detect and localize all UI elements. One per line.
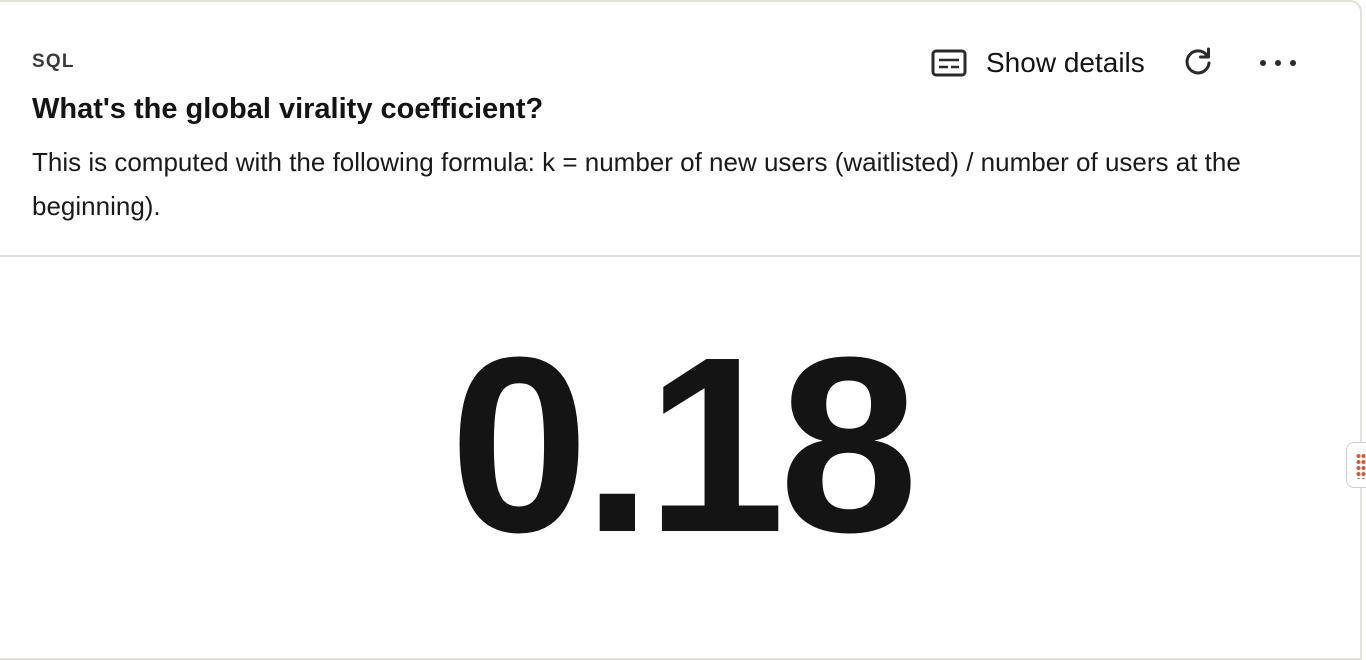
- card-actions: Show details: [930, 42, 1298, 84]
- metric-value: 0.18: [449, 305, 919, 584]
- refresh-button[interactable]: [1178, 43, 1218, 83]
- card-header: SQL What's the global virality coefficie…: [0, 2, 1360, 257]
- more-options-button[interactable]: [1258, 43, 1298, 83]
- show-details-label: Show details: [986, 47, 1145, 78]
- query-type-label: SQL: [32, 51, 75, 72]
- card-title: What's the global virality coefficient?: [32, 93, 544, 125]
- drag-handle-icon: [1356, 453, 1366, 479]
- refresh-icon: [1182, 46, 1214, 81]
- card-description: This is computed with the following form…: [32, 147, 1241, 221]
- insight-card: SQL What's the global virality coefficie…: [0, 0, 1362, 660]
- show-details-button[interactable]: Show details: [930, 47, 1145, 79]
- subtitles-icon: [930, 48, 968, 78]
- more-horizontal-icon: [1258, 56, 1298, 71]
- side-panel-handle[interactable]: [1346, 442, 1366, 488]
